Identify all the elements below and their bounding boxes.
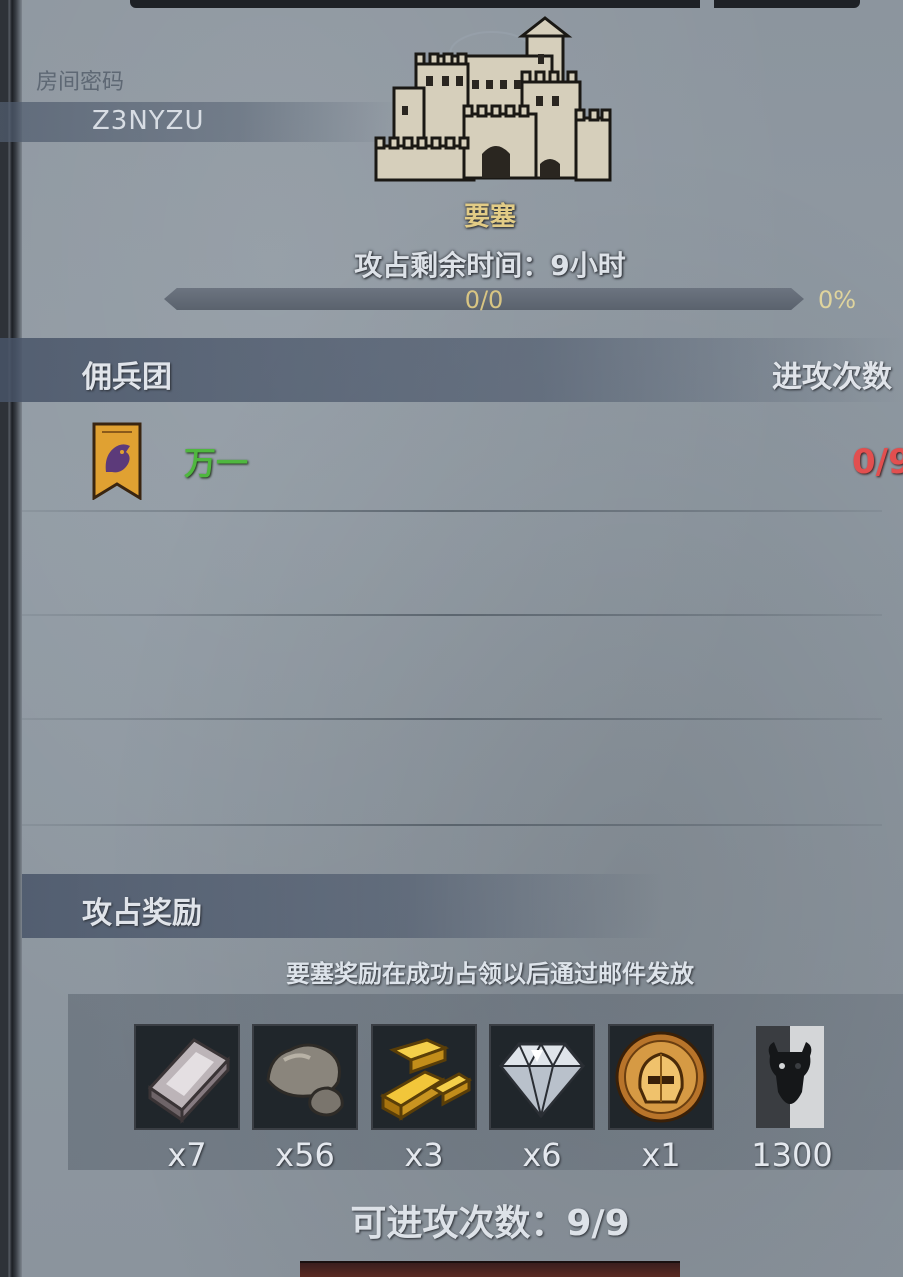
reward-count-helmet-coin: x1 (641, 1136, 681, 1174)
capture-progress-text: 0/0 (464, 286, 504, 314)
available-attacks: 可进攻次数：9/9 (0, 1194, 903, 1246)
bottom-action-bar[interactable] (300, 1261, 680, 1277)
reward-slot-gold[interactable] (371, 1024, 477, 1130)
top-frame-bar (130, 0, 860, 8)
attacks-count-header: 进攻次数 (772, 360, 892, 395)
rewards-title: 攻占奖励 (82, 896, 202, 931)
row-divider (22, 510, 882, 512)
gold-bars-icon (373, 1026, 475, 1128)
reward-slot-banner[interactable] (756, 1026, 824, 1128)
fortress-name: 要塞 (463, 202, 516, 232)
time-label: 攻占剩余时间： (354, 249, 551, 282)
room-password-label: 房间密码 (36, 70, 125, 95)
reward-slot-stone[interactable] (252, 1024, 358, 1130)
capture-progress-percent: 0% (818, 286, 857, 314)
available-attacks-label: 可进攻次数： (350, 1203, 567, 1244)
bull-banner-icon (756, 1026, 824, 1128)
iron-ingot-icon (136, 1026, 238, 1128)
reward-count-banner: 1300 (751, 1136, 833, 1174)
reward-slot-diamond[interactable] (489, 1024, 595, 1130)
fortress-castle-icon (374, 16, 612, 182)
stone-ore-icon (254, 1026, 356, 1128)
guild-attack-count: 0/9 (852, 442, 903, 482)
guild-banner-icon[interactable] (92, 422, 142, 500)
available-attacks-value: 9/9 (566, 1203, 630, 1244)
guild-name[interactable]: 万一 (184, 438, 248, 484)
left-frame-border (0, 0, 22, 1277)
row-divider (22, 718, 882, 720)
reward-count-iron: x7 (167, 1136, 207, 1174)
knight-helmet-coin-icon (610, 1026, 712, 1128)
time-unit: 小时 (569, 249, 626, 282)
row-divider (22, 614, 882, 616)
reward-slot-iron[interactable] (134, 1024, 240, 1130)
capture-time-remaining: 攻占剩余时间：9小时 (0, 244, 903, 284)
reward-slot-helmet-coin[interactable] (608, 1024, 714, 1130)
mercenary-title: 佣兵团 (82, 360, 172, 395)
rewards-note: 要塞奖励在成功占领以后通过邮件发放 (286, 960, 694, 988)
reward-count-gold: x3 (404, 1136, 444, 1174)
diamond-icon (491, 1026, 593, 1128)
row-divider (22, 824, 882, 826)
room-code-value[interactable]: Z3NYZU (92, 106, 205, 136)
time-value: 9 (550, 249, 570, 282)
reward-count-stone: x56 (275, 1136, 335, 1174)
reward-count-diamond: x6 (522, 1136, 562, 1174)
top-frame-gap (700, 0, 714, 8)
